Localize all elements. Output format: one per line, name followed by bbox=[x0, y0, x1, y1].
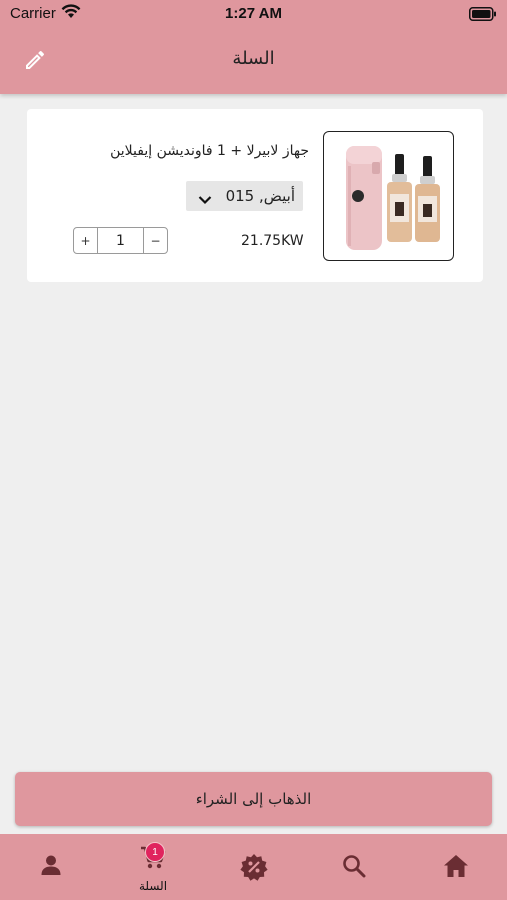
status-bar: Carrier 1:27 AM bbox=[0, 0, 507, 28]
user-icon bbox=[40, 854, 62, 880]
top-header: Carrier 1:27 AM السلة bbox=[0, 0, 507, 94]
tab-search[interactable] bbox=[314, 834, 394, 900]
increase-quantity-button[interactable]: + bbox=[74, 228, 98, 253]
status-time: 1:27 AM bbox=[225, 5, 282, 22]
variant-dropdown[interactable]: أبيض, 015 bbox=[186, 181, 303, 211]
home-icon bbox=[443, 854, 469, 882]
page-title: السلة bbox=[232, 48, 275, 69]
decrease-quantity-button[interactable]: − bbox=[143, 228, 167, 253]
tab-cart-label: السلة bbox=[138, 879, 168, 893]
tab-account[interactable] bbox=[11, 834, 91, 900]
product-image[interactable] bbox=[323, 131, 454, 261]
item-price: 21.75KW bbox=[241, 233, 304, 249]
battery-icon bbox=[469, 6, 497, 25]
checkout-button[interactable]: الذهاب إلى الشراء bbox=[15, 772, 492, 826]
variant-value: أبيض, 015 bbox=[225, 187, 295, 205]
chevron-down-icon bbox=[198, 190, 212, 209]
tab-home[interactable] bbox=[416, 834, 496, 900]
tab-cart[interactable]: 1 السلة bbox=[113, 834, 193, 900]
quantity-value[interactable]: 1 bbox=[98, 228, 143, 253]
checkout-label: الذهاب إلى الشراء bbox=[195, 790, 312, 808]
cart-count-badge: 1 bbox=[145, 842, 165, 862]
cart-item-card: جهاز لابيرلا + 1 فاونديشن إيفيلاين أبيض,… bbox=[27, 109, 483, 282]
tab-offers[interactable] bbox=[214, 834, 294, 900]
quantity-stepper: + 1 − bbox=[73, 227, 168, 254]
bottom-tab-bar: 1 السلة bbox=[0, 834, 507, 900]
product-name[interactable]: جهاز لابيرلا + 1 فاونديشن إيفيلاين bbox=[110, 143, 309, 159]
discount-icon bbox=[240, 853, 268, 885]
search-icon bbox=[342, 854, 366, 882]
